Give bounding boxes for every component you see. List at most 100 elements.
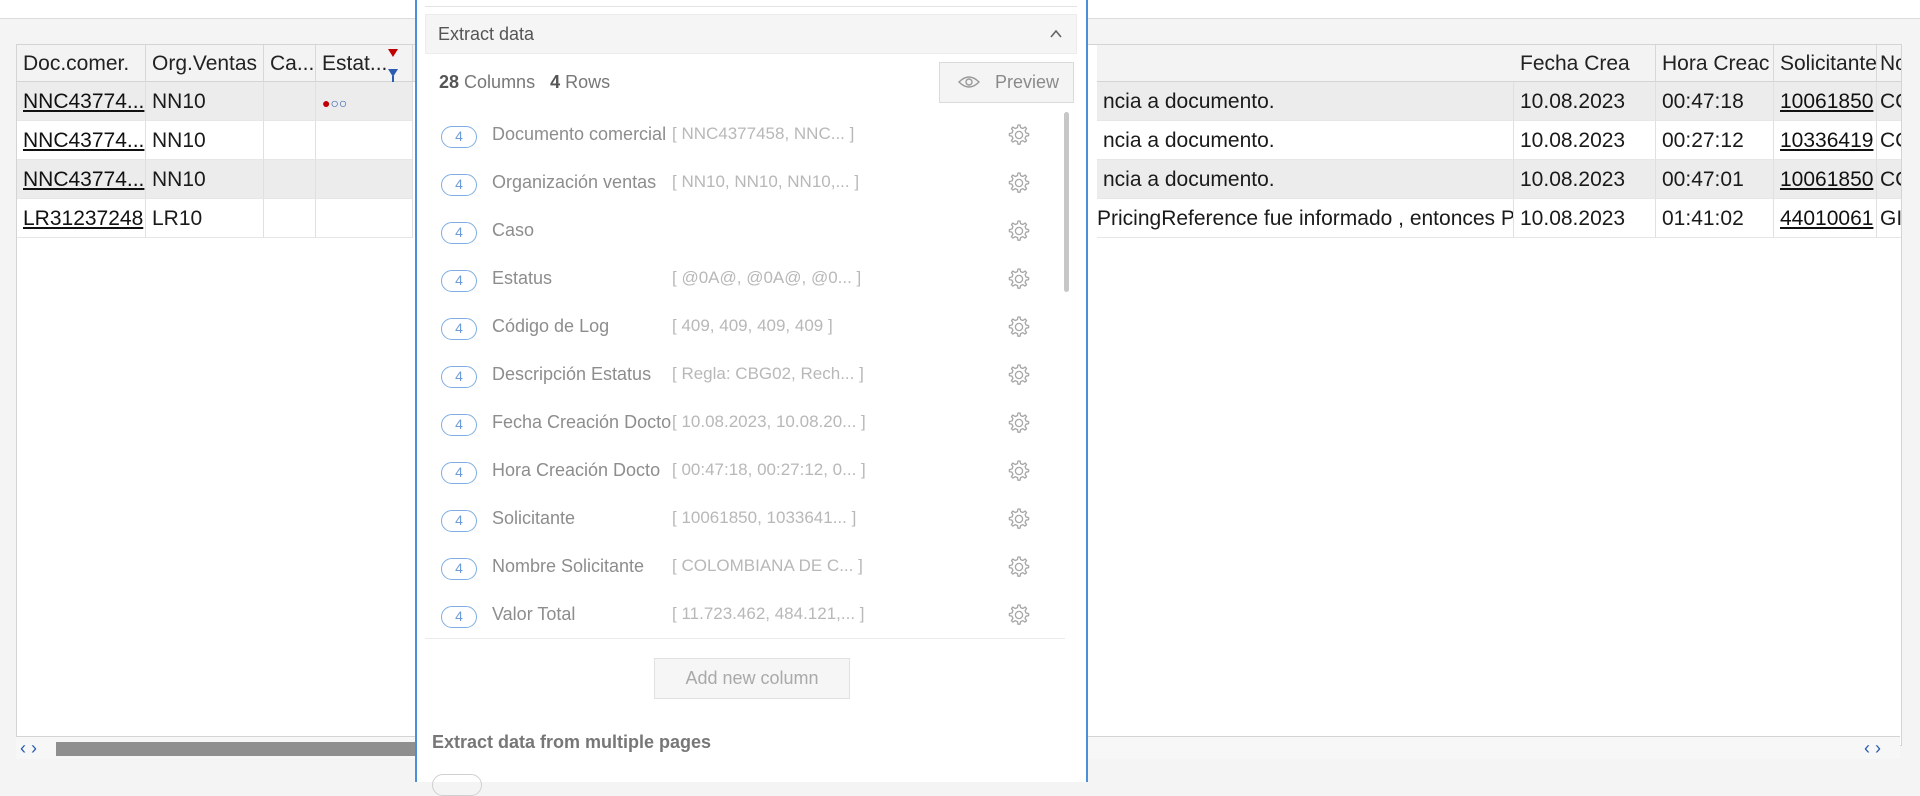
desc-cell: ncia a documento. bbox=[1097, 82, 1514, 121]
doc-link[interactable]: LR31237248 bbox=[23, 207, 143, 230]
solicitante-link[interactable]: 10061850 bbox=[1780, 168, 1873, 191]
gear-icon[interactable] bbox=[1005, 506, 1031, 532]
doc-link[interactable]: NNC43774... bbox=[23, 129, 144, 152]
fecha-cell: 10.08.2023 bbox=[1514, 199, 1656, 238]
col-header-org-ventas[interactable]: Org.Ventas bbox=[146, 45, 264, 82]
gear-icon[interactable] bbox=[1005, 122, 1031, 148]
col-header-estatus-label: Estat... bbox=[322, 52, 388, 75]
count-badge: 4 bbox=[441, 558, 477, 580]
status-cell bbox=[316, 199, 413, 238]
nombre-cell: GI bbox=[1877, 199, 1901, 238]
column-list: 4 Documento comercial [ NNC4377458, NNC.… bbox=[425, 108, 1065, 639]
col-header-descripcion[interactable] bbox=[1097, 45, 1531, 82]
status-cell bbox=[316, 121, 413, 160]
list-item[interactable]: 4 Valor Total [ 11.723.462, 484.121,... … bbox=[425, 596, 1030, 638]
col-header-estatus[interactable]: Estat... bbox=[316, 45, 413, 82]
gear-icon[interactable] bbox=[1005, 170, 1031, 196]
col-header-caso[interactable]: Ca... bbox=[264, 45, 316, 82]
nombre-cell: CC bbox=[1877, 121, 1901, 160]
hora-cell: 00:47:01 bbox=[1656, 160, 1774, 199]
gear-icon[interactable] bbox=[1005, 266, 1031, 292]
sort-descending-icon[interactable] bbox=[388, 49, 398, 57]
table-row[interactable]: NNC43774... bbox=[17, 82, 146, 121]
list-item[interactable]: 4 Código de Log [ 409, 409, 409, 409 ] bbox=[425, 308, 1030, 356]
column-name: Código de Log bbox=[492, 316, 610, 336]
solicitante-cell: 10061850 bbox=[1774, 82, 1877, 121]
list-item[interactable]: 4 Fecha Creación Docto [ 10.08.2023, 10.… bbox=[425, 404, 1030, 452]
column-name: Caso bbox=[492, 220, 535, 240]
panel-top-divider bbox=[425, 0, 1077, 7]
caso-cell bbox=[264, 199, 316, 238]
column-name: Documento comercial bbox=[492, 124, 667, 144]
list-scrollbar[interactable] bbox=[1064, 112, 1069, 292]
list-item[interactable]: 4 Caso bbox=[425, 212, 1030, 260]
list-item[interactable]: 4 Hora Creación Docto [ 00:47:18, 00:27:… bbox=[425, 452, 1030, 500]
scroll-arrows-left-icon[interactable]: ‹ › bbox=[20, 737, 37, 759]
status-lights-icon: ●○○ bbox=[322, 95, 348, 111]
caso-cell bbox=[264, 82, 316, 121]
nombre-cell: CC bbox=[1877, 82, 1901, 121]
table-row[interactable]: NNC43774... bbox=[17, 121, 146, 160]
fecha-cell: 10.08.2023 bbox=[1514, 160, 1656, 199]
column-values: [ NNC4377458, NNC... ] bbox=[672, 124, 855, 143]
org-cell: LR10 bbox=[146, 199, 264, 238]
chevron-up-icon[interactable] bbox=[1050, 28, 1062, 40]
table-row[interactable]: NNC43774... bbox=[17, 160, 146, 199]
solicitante-link[interactable]: 10336419 bbox=[1780, 129, 1873, 152]
col-header-hora-creac[interactable]: Hora Creac bbox=[1656, 45, 1774, 82]
col-header-doc-comer[interactable]: Doc.comer. bbox=[17, 45, 146, 82]
col-header-nombre[interactable]: No bbox=[1877, 45, 1901, 82]
fecha-cell: 10.08.2023 bbox=[1514, 121, 1656, 160]
hora-cell: 00:27:12 bbox=[1656, 121, 1774, 160]
gear-icon[interactable] bbox=[1005, 602, 1031, 628]
count-badge: 4 bbox=[441, 126, 477, 148]
solicitante-cell: 10061850 bbox=[1774, 160, 1877, 199]
solicitante-link[interactable]: 44010061 bbox=[1780, 207, 1873, 230]
preview-button[interactable]: Preview bbox=[939, 62, 1074, 103]
gear-icon[interactable] bbox=[1005, 314, 1031, 340]
hora-cell: 01:41:02 bbox=[1656, 199, 1774, 238]
gear-icon[interactable] bbox=[1005, 458, 1031, 484]
org-cell: NN10 bbox=[146, 121, 264, 160]
column-name: Descripción Estatus bbox=[492, 364, 652, 384]
list-item[interactable]: 4 Documento comercial [ NNC4377458, NNC.… bbox=[425, 116, 1030, 164]
column-name: Solicitante bbox=[492, 508, 576, 528]
count-badge: 4 bbox=[441, 414, 477, 436]
scroll-thumb[interactable] bbox=[56, 742, 436, 756]
columns-label: Columns bbox=[464, 72, 536, 92]
status-cell bbox=[316, 160, 413, 199]
gear-icon[interactable] bbox=[1005, 362, 1031, 388]
extract-data-section-header[interactable]: Extract data bbox=[425, 14, 1077, 54]
column-values: [ 409, 409, 409, 409 ] bbox=[672, 316, 833, 335]
table-row[interactable]: LR31237248 bbox=[17, 199, 146, 238]
fecha-cell: 10.08.2023 bbox=[1514, 82, 1656, 121]
section-title: Extract data bbox=[438, 24, 535, 44]
count-badge: 4 bbox=[441, 222, 477, 244]
list-item[interactable]: 4 Organización ventas [ NN10, NN10, NN10… bbox=[425, 164, 1030, 212]
column-name: Organización ventas bbox=[492, 172, 657, 192]
columns-count: 28 bbox=[439, 72, 460, 92]
status-cell: ●○○ bbox=[316, 82, 413, 121]
desc-cell: PricingReference fue informado , entonce… bbox=[1097, 199, 1514, 238]
scroll-arrows-right-icon[interactable]: ‹ › bbox=[1864, 737, 1881, 759]
list-item[interactable]: 4 Solicitante [ 10061850, 1033641... ] bbox=[425, 500, 1030, 548]
col-header-fecha-crea[interactable]: Fecha Crea bbox=[1514, 45, 1656, 82]
nombre-cell: CC bbox=[1877, 160, 1901, 199]
gear-icon[interactable] bbox=[1005, 410, 1031, 436]
solicitante-cell: 44010061 bbox=[1774, 199, 1877, 238]
list-item[interactable]: 4 Estatus [ @0A@, @0A@, @0... ] bbox=[425, 260, 1030, 308]
gear-icon[interactable] bbox=[1005, 554, 1031, 580]
multi-pages-toggle[interactable] bbox=[432, 774, 482, 796]
filter-icon[interactable] bbox=[388, 69, 398, 82]
doc-link[interactable]: NNC43774... bbox=[23, 168, 144, 191]
doc-link[interactable]: NNC43774... bbox=[23, 90, 144, 113]
list-item[interactable]: 4 Descripción Estatus [ Regla: CBG02, Re… bbox=[425, 356, 1030, 404]
desc-cell: ncia a documento. bbox=[1097, 121, 1514, 160]
solicitante-link[interactable]: 10061850 bbox=[1780, 90, 1873, 113]
list-item[interactable]: 4 Nombre Solicitante [ COLOMBIANA DE C..… bbox=[425, 548, 1030, 596]
gear-icon[interactable] bbox=[1005, 218, 1031, 244]
add-new-column-button[interactable]: Add new column bbox=[654, 658, 850, 699]
rows-count: 4 bbox=[550, 72, 561, 92]
col-header-solicitante[interactable]: Solicitante bbox=[1774, 45, 1877, 82]
column-name: Estatus bbox=[492, 268, 553, 288]
